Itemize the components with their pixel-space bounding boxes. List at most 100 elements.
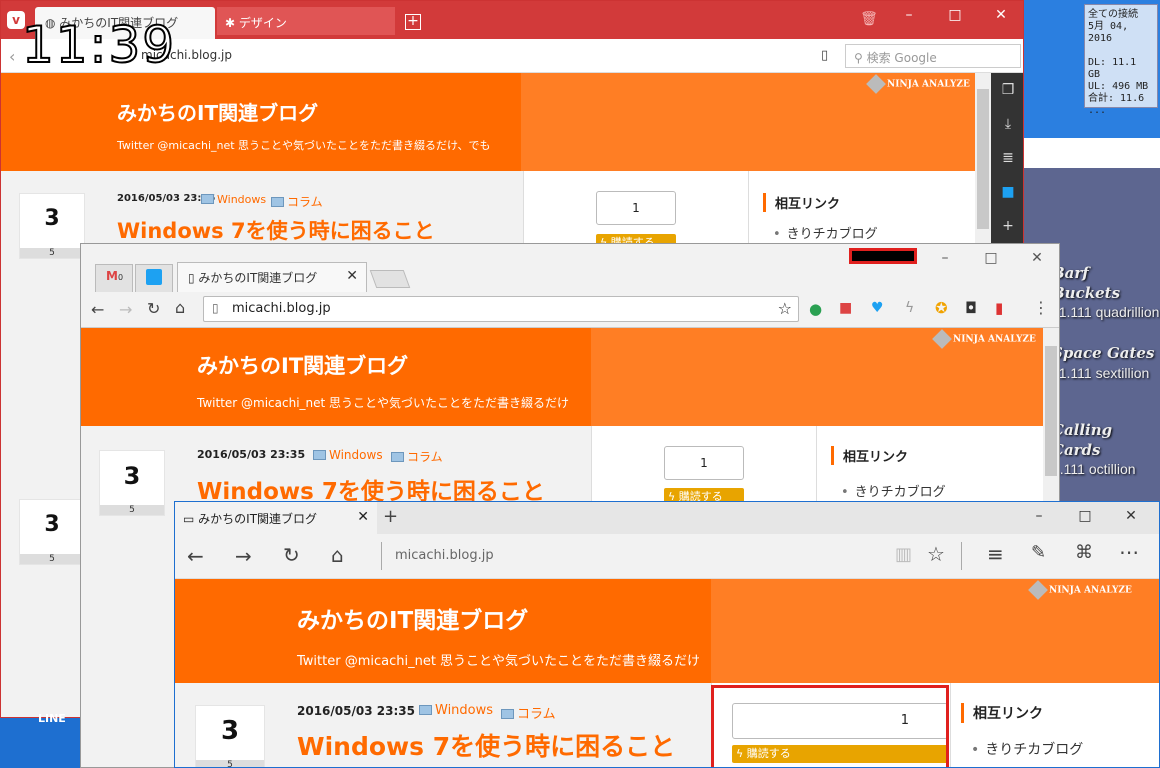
home-icon[interactable]: ⌂	[331, 543, 344, 567]
vivaldi-tab-design[interactable]: ✱ デザイン	[217, 7, 395, 35]
folder-icon	[313, 450, 326, 460]
sidebar-link[interactable]: きりチカブログ	[773, 223, 878, 242]
gmail-badge: 0	[117, 273, 124, 282]
reload-icon[interactable]: ↻	[147, 299, 160, 318]
date-box: 35	[195, 705, 265, 767]
post-title[interactable]: Windows 7を使う時に困ること	[117, 215, 435, 245]
reading-view-icon[interactable]: ▥	[895, 544, 912, 565]
game-item-name: Barf Buckets	[1052, 264, 1121, 302]
game-item[interactable]: Barf Buckets 11.111 quadrillion	[1052, 264, 1160, 321]
chrome-tab-twitter[interactable]	[135, 264, 173, 292]
chrome-tab-bar: M0 ▯ みかちのIT関連ブログ ✕ – □ ✕	[81, 244, 1059, 292]
post-title[interactable]: Windows 7を使う時に困ること	[297, 727, 675, 763]
search-placeholder: 検索 Google	[866, 51, 937, 65]
category-link[interactable]: コラム	[391, 448, 443, 465]
date-day: 3	[220, 716, 240, 746]
edge-tab-active[interactable]: ▭ みかちのIT関連ブログ ✕	[175, 502, 377, 534]
search-icon: ⚲	[854, 51, 867, 65]
close-button[interactable]: ✕	[1025, 250, 1049, 266]
minimize-button[interactable]: –	[897, 7, 921, 23]
twitter-panel-icon[interactable]: ■	[991, 175, 1023, 209]
lightbulb-icon[interactable]: ◘	[965, 299, 977, 317]
ninja-analyze-logo[interactable]: NINJA ANALYZE	[1028, 580, 1132, 600]
close-tab-icon[interactable]: ✕	[346, 268, 358, 284]
bookmarks-panel-icon[interactable]: ❒	[991, 73, 1023, 107]
ninja-label: NINJA ANALYZE	[953, 334, 1036, 345]
chrome-tab-active[interactable]: ▯ みかちのIT関連ブログ ✕	[177, 262, 367, 292]
ninja-analyze-logo[interactable]: NINJA ANALYZE	[932, 329, 1036, 349]
new-tab-icon[interactable]: +	[383, 506, 398, 527]
desktop-icon-label[interactable]: LINE	[38, 712, 66, 725]
back-icon[interactable]: ←	[187, 544, 204, 568]
add-panel-icon[interactable]: +	[991, 209, 1023, 243]
vivaldi-scrollbar[interactable]	[975, 73, 991, 253]
edge-url-field[interactable]: micachi.blog.jp	[395, 548, 494, 563]
ninja-analyze-logo[interactable]: NINJA ANALYZE	[866, 74, 970, 94]
evernote-icon[interactable]: ●	[809, 300, 822, 318]
maximize-button[interactable]: □	[1073, 508, 1097, 524]
close-button[interactable]: ✕	[1119, 508, 1143, 524]
star-icon[interactable]: ☆	[778, 299, 792, 318]
share-icon[interactable]: ⌘	[1075, 542, 1093, 563]
category-link[interactable]: コラム	[501, 703, 556, 722]
web-note-icon[interactable]: ✎	[1031, 542, 1046, 563]
blog-title[interactable]: みかちのIT関連ブログ	[117, 97, 318, 126]
new-tab-button[interactable]	[369, 270, 411, 288]
edge-window: ▭ みかちのIT関連ブログ ✕ + – □ ✕ ← → ↻ ⌂ micachi.b…	[174, 501, 1160, 768]
download-panel-icon[interactable]: ⤓	[991, 107, 1023, 141]
blog-title[interactable]: みかちのIT関連ブログ	[297, 601, 528, 635]
minimize-button[interactable]: –	[1027, 508, 1051, 524]
trash-icon[interactable]: 🗑	[857, 11, 881, 27]
category-label: コラム	[517, 707, 556, 722]
favorite-star-icon[interactable]: ☆	[927, 542, 945, 566]
close-button[interactable]: ✕	[989, 7, 1013, 23]
forward-icon[interactable]: →	[119, 300, 132, 319]
category-link[interactable]: Windows	[419, 703, 493, 718]
folder-icon	[501, 709, 514, 719]
extension-icon[interactable]: ■	[839, 300, 852, 316]
home-icon[interactable]: ⌂	[175, 298, 185, 317]
twitter-icon[interactable]: ♥	[871, 300, 884, 316]
folder-icon	[391, 452, 404, 462]
category-link[interactable]: コラム	[271, 193, 323, 210]
date-month: 5	[20, 554, 84, 564]
hub-icon[interactable]: ≡	[987, 542, 1004, 566]
more-icon[interactable]: ⋯	[1119, 540, 1139, 564]
lightning-icon[interactable]: ϟ	[905, 300, 914, 316]
maximize-button[interactable]: □	[979, 250, 1003, 266]
back-icon[interactable]: ‹	[9, 47, 15, 66]
category-link[interactable]: Windows	[201, 193, 266, 206]
maximize-button[interactable]: □	[943, 7, 967, 23]
vivaldi-url-field[interactable]: micachi.blog.jp	[141, 48, 831, 66]
game-item-value: 1.111 octillion	[1052, 461, 1136, 477]
blog-header: みかちのIT関連ブログ Twitter @micachi_net 思うことや気づ…	[81, 328, 1043, 426]
book-icon[interactable]: ▮	[995, 299, 1003, 317]
chrome-toolbar: ← → ↻ ⌂ ▯ micachi.blog.jp ☆ ● ■ ♥ ϟ ✪ ◘ …	[81, 292, 1059, 328]
game-item[interactable]: Calling Cards 1.111 octillion	[1052, 421, 1160, 478]
star-extension-icon[interactable]: ✪	[935, 299, 948, 317]
edge-tab-bar: ▭ みかちのIT関連ブログ ✕ + – □ ✕	[175, 502, 1159, 534]
menu-icon[interactable]: ⋮	[1033, 298, 1049, 317]
back-icon[interactable]: ←	[91, 300, 104, 319]
minimize-button[interactable]: –	[933, 250, 957, 266]
date-day: 3	[44, 206, 60, 231]
clock-overlay: 11:39	[21, 15, 177, 75]
sidebar-link[interactable]: きりチカブログ	[971, 739, 1083, 759]
blog-title[interactable]: みかちのIT関連ブログ	[197, 350, 408, 380]
forward-icon[interactable]: →	[235, 544, 252, 568]
chrome-omnibox[interactable]: ▯ micachi.blog.jp ☆	[203, 296, 799, 322]
game-item-value: 11.111 sextillion	[1052, 364, 1150, 381]
new-tab-icon[interactable]: +	[405, 14, 421, 30]
chrome-tab-gmail[interactable]: M0	[95, 264, 133, 292]
widget-line: 全ての接続	[1088, 9, 1138, 20]
reload-icon[interactable]: ↻	[283, 543, 300, 567]
category-link[interactable]: Windows	[313, 448, 383, 462]
sidebar-link[interactable]: きりチカブログ	[841, 481, 946, 500]
vivaldi-search-field[interactable]: ⚲ 検索 Google	[845, 44, 1021, 68]
game-item[interactable]: Space Gates 11.111 sextillion	[1052, 344, 1160, 382]
bookmark-icon[interactable]: ▯	[821, 48, 828, 63]
close-tab-icon[interactable]: ✕	[357, 509, 369, 525]
date-month: 5	[100, 505, 164, 515]
desktop-white-strip	[1024, 138, 1160, 168]
notes-panel-icon[interactable]: ≣	[991, 141, 1023, 175]
